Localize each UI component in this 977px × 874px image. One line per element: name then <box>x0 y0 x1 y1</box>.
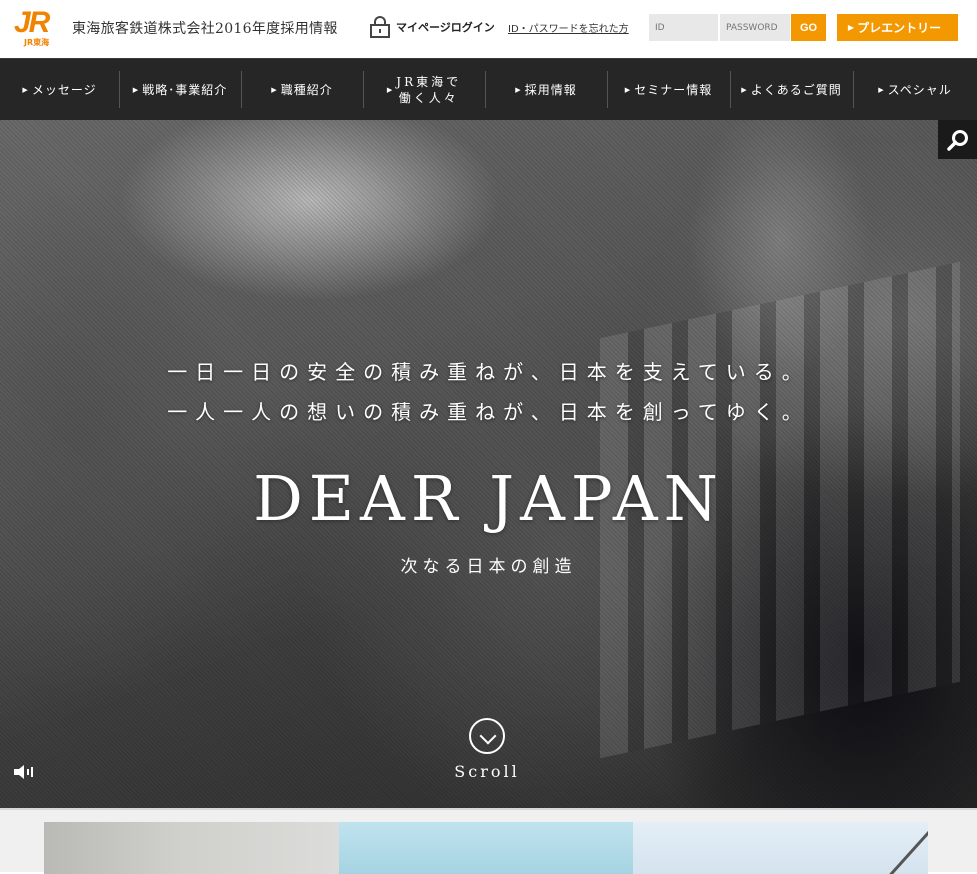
logo-mark: JR <box>14 6 50 39</box>
hero-visual: 一日一日の安全の積み重ねが、日本を支えている。 一人一人の想いの積み重ねが、日本… <box>0 120 977 808</box>
caret-right-icon: ▶ <box>741 85 748 94</box>
caret-right-icon: ▶ <box>271 85 278 94</box>
nav-item-seminar[interactable]: ▶ セミナー情報 <box>607 59 730 120</box>
caret-right-icon: ▶ <box>132 85 140 94</box>
caret-right-icon: ▶ <box>386 85 394 94</box>
scroll-button[interactable]: Scroll <box>452 718 522 781</box>
nav-label: 戦略･事業紹介 <box>142 82 228 97</box>
nav-item-message[interactable]: ▶ メッセージ <box>0 59 119 120</box>
nav-item-recruit[interactable]: ▶ 採用情報 <box>485 59 607 120</box>
nav-label: セミナー情報 <box>634 82 713 97</box>
feature-cards <box>0 808 977 874</box>
feature-card[interactable] <box>633 822 928 874</box>
feature-card[interactable] <box>339 822 633 874</box>
nav-item-special[interactable]: ▶ スペシャル <box>853 59 977 120</box>
nav-item-people[interactable]: ▶ JR東海で 働く人々 <box>363 59 485 120</box>
forgot-password-link[interactable]: ID・パスワードを忘れた方 <box>508 20 629 35</box>
nav-label: スペシャル <box>887 82 952 97</box>
caret-right-icon: ▶ <box>22 85 29 94</box>
lock-icon <box>370 16 390 38</box>
nav-item-faq[interactable]: ▶ よくあるご質問 <box>730 59 853 120</box>
pre-entry-label: プレエントリー <box>857 21 942 35</box>
nav-label: メッセージ <box>31 82 97 97</box>
nav-label: よくあるご質問 <box>750 82 842 97</box>
global-nav: ▶ メッセージ ▶ 戦略･事業紹介 ▶ 職種紹介 ▶ JR東海で 働く人々 ▶ 採用情報 … <box>0 58 977 120</box>
nav-label: 採用情報 <box>524 82 577 97</box>
feature-card[interactable] <box>44 822 339 874</box>
mypage-login-label: マイページログイン <box>396 21 495 34</box>
chevron-down-circle-icon <box>469 718 505 754</box>
sound-toggle-button[interactable] <box>14 764 36 779</box>
login-go-button[interactable]: GO <box>791 14 826 41</box>
hero-title: DEAR JAPAN <box>253 462 724 535</box>
caret-right-icon: ▶ <box>624 85 632 94</box>
hero-copy-line-2: 一人一人の想いの積み重ねが、日本を創ってゆく。 <box>167 400 810 424</box>
site-title[interactable]: 東海旅客鉄道株式会社2016年度採用情報 <box>72 18 338 38</box>
site-header: JR JR東海 東海旅客鉄道株式会社2016年度採用情報 マイページログイン I… <box>0 0 977 58</box>
nav-item-strategy[interactable]: ▶ 戦略･事業紹介 <box>119 59 241 120</box>
speaker-icon <box>14 765 33 779</box>
scroll-label: Scroll <box>454 762 520 781</box>
nav-label: 職種紹介 <box>280 82 333 97</box>
search-button[interactable] <box>938 120 977 159</box>
nav-label: JR東海で 働く人々 <box>396 74 462 105</box>
logo-subtext: JR東海 <box>24 38 50 47</box>
caret-right-icon: ▶ <box>878 85 885 94</box>
hero-copy-line-1: 一日一日の安全の積み重ねが、日本を支えている。 <box>167 360 810 384</box>
caret-right-icon: ▶ <box>847 23 855 32</box>
hero-subtitle: 次なる日本の創造 <box>400 557 577 577</box>
pre-entry-button[interactable]: ▶ プレエントリー <box>837 14 958 41</box>
caret-right-icon: ▶ <box>515 85 522 94</box>
search-icon <box>946 129 968 151</box>
id-input[interactable] <box>649 14 718 41</box>
mypage-login-link[interactable]: マイページログイン <box>370 16 495 38</box>
jr-central-logo[interactable]: JR JR東海 <box>14 6 62 48</box>
nav-item-jobs[interactable]: ▶ 職種紹介 <box>241 59 363 120</box>
password-input[interactable] <box>720 14 790 41</box>
